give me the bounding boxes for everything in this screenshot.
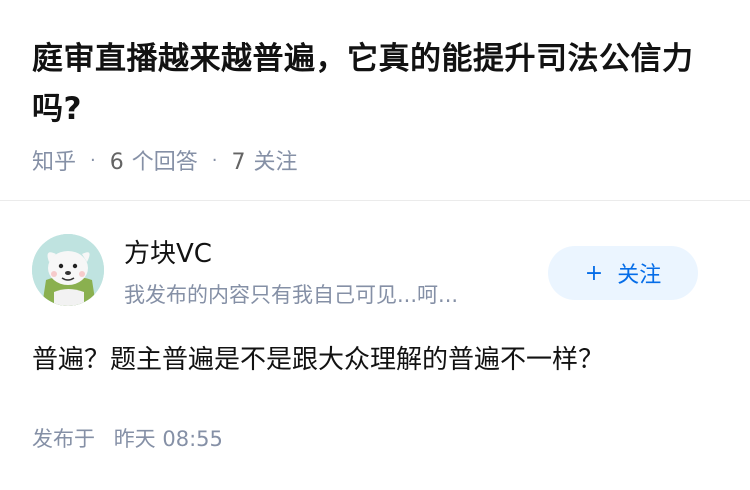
followers-count-link[interactable]: 7 关注 [232, 144, 298, 176]
cartoon-avatar-icon [32, 234, 104, 306]
follow-button-label: 关注 [617, 263, 662, 288]
author-name[interactable]: 方块VC [124, 236, 212, 272]
followers-label: 关注 [253, 150, 298, 175]
author-bio: 我发布的内容只有我自己可见...呵... [124, 283, 459, 307]
question-meta: 知乎 · 6 个回答 · 7 关注 [32, 144, 298, 176]
followers-count: 7 [231, 150, 246, 175]
time-label: 发布于 [32, 427, 95, 451]
question-title[interactable]: 庭审直播越来越普遍，它真的能提升司法公信力吗? [32, 34, 722, 134]
answers-count-link[interactable]: 6 个回答 [110, 144, 198, 176]
answer-content[interactable]: 普遍？题主普遍是不是跟大众理解的普遍不一样？ [32, 340, 722, 380]
answers-count: 6 [109, 150, 124, 175]
author-card: 方块VC 我发布的内容只有我自己可见...呵... + 关注 [32, 234, 722, 310]
answers-label: 个回答 [131, 150, 198, 175]
plus-icon: + [584, 260, 604, 286]
separator-dot: · [211, 149, 218, 171]
follow-button[interactable]: + 关注 [548, 246, 698, 300]
section-divider [0, 200, 750, 201]
avatar[interactable] [32, 234, 104, 306]
question-header: 庭审直播越来越普遍，它真的能提升司法公信力吗? [32, 34, 722, 134]
answer-timestamp: 发布于 昨天 08:55 [32, 424, 223, 454]
source-label[interactable]: 知乎 [32, 144, 76, 176]
time-clock: 08:55 [162, 427, 223, 451]
separator-dot: · [90, 149, 96, 171]
time-day: 昨天 [113, 427, 156, 451]
